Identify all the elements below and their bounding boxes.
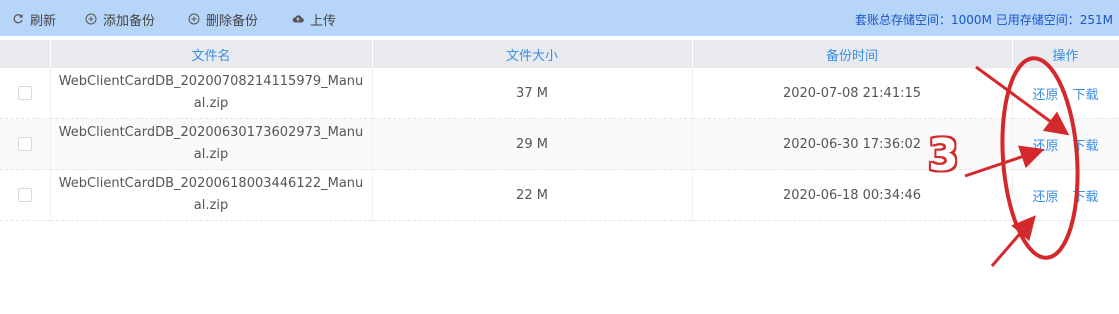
add-backup-label: 添加备份 [103,13,156,29]
file-name-line1: WebClientCardDB_20200708214115979_Manu [58,74,364,89]
plus-circle-icon [85,13,97,25]
header-filename: 文件名 [50,40,373,68]
row-actions: 还原 下载 [1012,68,1119,119]
file-name: WebClientCardDB_20200708214115979_Manu a… [51,71,372,115]
row-checkbox[interactable] [17,86,32,100]
refresh-button[interactable]: 刷新 [12,10,57,29]
header-checkbox-col [0,40,51,68]
file-name-line2: al.zip [193,147,229,162]
annotation-arrow [990,215,1036,267]
cloud-upload-icon [292,13,304,25]
table-header-row: 文件名 文件大小 备份时间 操作 [0,40,1119,68]
file-name-line2: al.zip [193,198,229,213]
table-row: WebClientCardDB_20200630173602973_Manu a… [0,118,1119,170]
backup-time: 2020-07-08 21:41:15 [692,68,1013,119]
row-checkbox[interactable] [17,188,32,202]
table-row: WebClientCardDB_20200708214115979_Manu a… [0,68,1119,119]
storage-info: 套账总存储空间：1000M 已用存储空间：251M [855,13,1113,27]
file-name: WebClientCardDB_20200618003446122_Manu a… [51,173,372,217]
restore-link[interactable]: 还原 [1032,139,1058,154]
upload-button[interactable]: 上传 [292,10,337,29]
file-size: 37 M [372,68,693,119]
file-name-line1: WebClientCardDB_20200618003446122_Manu [58,176,364,191]
download-link[interactable]: 下载 [1073,88,1099,103]
restore-link[interactable]: 还原 [1032,190,1058,205]
add-backup-button[interactable]: 添加备份 [85,10,156,29]
refresh-icon [12,13,24,25]
file-size: 29 M [372,118,693,170]
download-link[interactable]: 下载 [1073,139,1099,154]
header-time: 备份时间 [692,40,1013,68]
row-checkbox[interactable] [17,137,32,151]
row-actions: 还原 下载 [1012,169,1119,221]
upload-label: 上传 [310,13,337,29]
header-actions: 操作 [1012,40,1119,68]
file-name-line2: al.zip [193,96,229,111]
refresh-label: 刷新 [30,13,57,29]
file-name: WebClientCardDB_20200630173602973_Manu a… [51,122,372,166]
download-link[interactable]: 下载 [1073,190,1099,205]
backup-time: 2020-06-30 17:36:02 [692,118,1013,170]
backup-table: 文件名 文件大小 备份时间 操作 WebClientCardDB_2020070… [0,40,1119,221]
plus-circle-icon [188,13,200,25]
file-size: 22 M [372,169,693,221]
delete-backup-label: 删除备份 [206,13,259,29]
toolbar: 刷新 添加备份 删除备份 上传 套账总存储空间：1000M 已用存储空间：251… [0,0,1119,36]
backup-time: 2020-06-18 00:34:46 [692,169,1013,221]
row-actions: 还原 下载 [1012,118,1119,170]
delete-backup-button[interactable]: 删除备份 [188,10,259,29]
file-name-line1: WebClientCardDB_20200630173602973_Manu [58,125,364,140]
header-size: 文件大小 [372,40,693,68]
table-row: WebClientCardDB_20200618003446122_Manu a… [0,169,1119,221]
restore-link[interactable]: 还原 [1032,88,1058,103]
